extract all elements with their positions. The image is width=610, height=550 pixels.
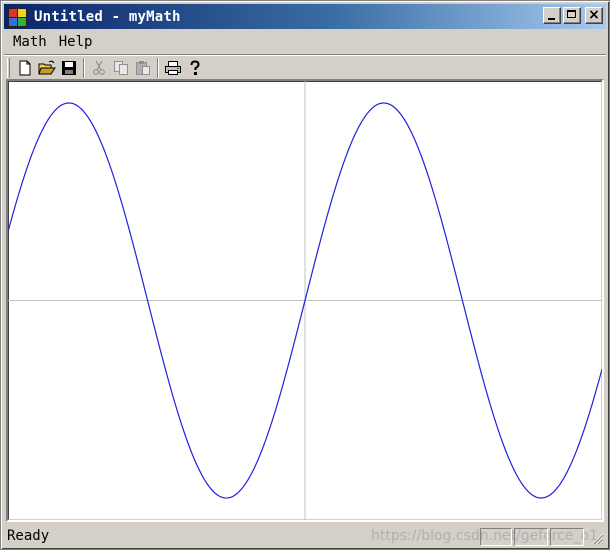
help-icon [190, 59, 200, 75]
close-icon: × [588, 7, 600, 23]
menu-help[interactable]: Help [54, 32, 98, 52]
save-icon [62, 60, 76, 75]
title-bar[interactable]: Untitled - myMath × [4, 4, 606, 29]
toolbar-separator [83, 57, 85, 78]
minimize-button[interactable] [543, 7, 561, 24]
copy-button[interactable] [110, 57, 132, 79]
status-panel-caps [480, 528, 512, 546]
new-button[interactable] [14, 57, 36, 79]
new-icon [19, 60, 31, 75]
menu-math[interactable]: Math [8, 32, 52, 52]
menu-bar: Math Help [4, 31, 606, 52]
status-panel-num [514, 528, 548, 546]
toolbar-grip[interactable] [7, 57, 10, 78]
paste-icon [136, 60, 150, 75]
open-button[interactable] [36, 57, 58, 79]
app-blocks-icon[interactable] [8, 7, 28, 27]
maximize-button[interactable] [563, 7, 581, 24]
toolbar-separator [157, 57, 159, 78]
print-icon [165, 60, 181, 75]
plot-view[interactable] [6, 79, 604, 522]
sine-plot [8, 81, 602, 520]
status-panel-scrl [550, 528, 584, 546]
status-bar: Ready https://blog.csdn.net/geforce_o1 [4, 525, 606, 547]
save-button[interactable] [58, 57, 80, 79]
copy-icon [114, 60, 128, 75]
window-title: Untitled - myMath [34, 8, 181, 25]
cut-icon [93, 60, 105, 75]
open-icon [38, 60, 56, 74]
status-text: Ready [7, 528, 50, 544]
app-window: Untitled - myMath × Math Help Ready http… [0, 0, 610, 550]
close-button[interactable]: × [585, 7, 603, 24]
paste-button[interactable] [132, 57, 154, 79]
maximize-icon [567, 10, 576, 18]
cut-button[interactable] [88, 57, 110, 79]
minimize-icon [548, 18, 555, 20]
toolbar [4, 54, 606, 80]
resize-grip-icon[interactable] [590, 531, 604, 545]
help-button[interactable] [184, 57, 206, 79]
print-button[interactable] [162, 57, 184, 79]
